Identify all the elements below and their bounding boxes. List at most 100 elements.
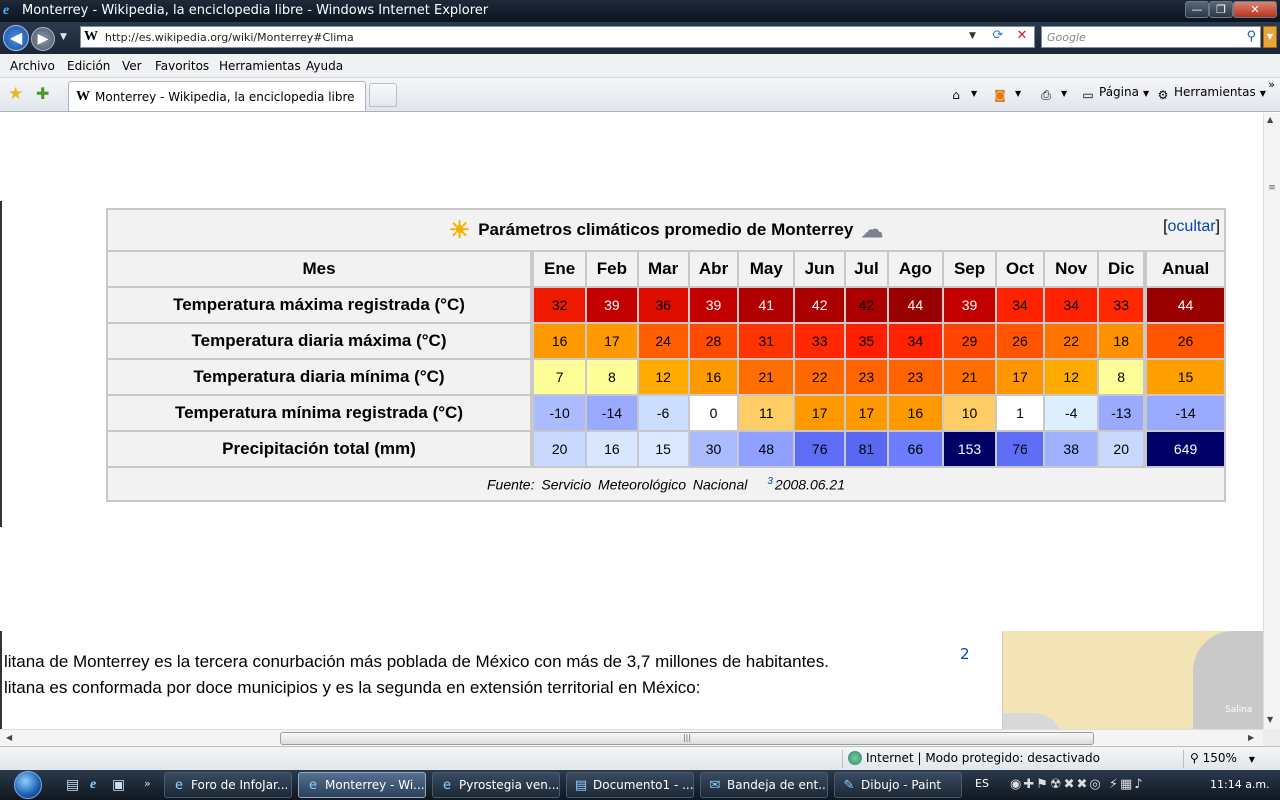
climate-cell: 12 bbox=[1043, 358, 1100, 396]
climate-cell: 39 bbox=[585, 286, 639, 324]
taskbar-app-icon: ▤ bbox=[574, 778, 588, 793]
show-desktop-icon[interactable]: ▤ bbox=[66, 777, 79, 793]
search-box[interactable]: Google ⚲ bbox=[1041, 26, 1261, 48]
add-favorite-icon[interactable]: ✚ bbox=[36, 84, 49, 103]
taskbar-button[interactable]: e Pyrostegia ven... bbox=[432, 772, 560, 798]
header-month: Oct bbox=[994, 250, 1046, 288]
scroll-up-arrow-icon[interactable]: ▲ bbox=[1267, 115, 1273, 124]
scroll-thumb-grip-icon[interactable]: ≡ bbox=[1266, 183, 1278, 195]
stop-icon[interactable]: ✕ bbox=[1011, 28, 1033, 46]
security-zone[interactable]: Internet | Modo protegido: desactivado bbox=[848, 751, 1100, 765]
taskbar-button[interactable]: ▤ Documento1 - ... bbox=[566, 772, 694, 798]
horizontal-scrollbar[interactable]: ◀ ||| ▶ bbox=[0, 729, 1263, 746]
menu-herramientas[interactable]: Herramientas bbox=[219, 59, 301, 73]
printer-icon: ⎙ bbox=[1041, 88, 1051, 102]
system-tray[interactable]: ◉✚⚑☢✖✖◎ ⚡▦♪ bbox=[1010, 777, 1145, 792]
recent-pages-dropdown[interactable]: ▼ bbox=[60, 32, 67, 42]
taskbar-button-label: Bandeja de ent... bbox=[727, 778, 828, 792]
menu-ver[interactable]: Ver bbox=[122, 59, 142, 73]
refresh-icon[interactable]: ⟳ bbox=[987, 28, 1009, 46]
address-dropdown-icon[interactable]: ▼ bbox=[969, 31, 976, 41]
more-commands-icon[interactable]: » bbox=[1268, 78, 1275, 91]
network-icon[interactable]: ▦ bbox=[1120, 777, 1134, 792]
navigation-bar: ◀ ▶ ▼ W http://es.wikipedia.org/wiki/Mon… bbox=[0, 22, 1280, 54]
language-indicator[interactable]: ES bbox=[975, 777, 989, 790]
vertical-scrollbar[interactable]: ▲ ≡ ▼ bbox=[1263, 113, 1280, 729]
page-menu-button[interactable]: ▭ Página ▼ bbox=[1080, 85, 1149, 104]
tab-label: Monterrey - Wikipedia, la enciclopedia l… bbox=[95, 90, 355, 104]
climate-cell: -13 bbox=[1097, 394, 1147, 432]
menu-favoritos[interactable]: Favoritos bbox=[155, 59, 209, 73]
menu-edicion[interactable]: Edición bbox=[67, 59, 110, 73]
menu-ayuda[interactable]: Ayuda bbox=[306, 59, 343, 73]
print-button[interactable]: ⎙ ▼ bbox=[1038, 85, 1067, 104]
taskbar-button[interactable]: ✉ Bandeja de ent... bbox=[700, 772, 828, 798]
climate-cell: 1 bbox=[994, 394, 1046, 432]
source-date: 2008.06.21 bbox=[774, 476, 845, 493]
address-bar[interactable]: W http://es.wikipedia.org/wiki/Monterrey… bbox=[80, 26, 1035, 48]
feeds-button[interactable]: ◙ ▼ bbox=[992, 85, 1021, 104]
source-ref-link[interactable]: 3 bbox=[767, 476, 773, 487]
taskbar-button[interactable]: e Monterrey - Wi... bbox=[298, 772, 426, 798]
zoom-control[interactable]: ⚲ 150% ▼ bbox=[1190, 751, 1255, 765]
maximize-button[interactable]: ❐ bbox=[1209, 1, 1233, 18]
tray-icon-7[interactable]: ◎ bbox=[1089, 777, 1102, 792]
climate-cell: 34 bbox=[1043, 286, 1100, 324]
home-button[interactable]: ⌂ ▼ bbox=[948, 85, 977, 104]
source-text: Fuente: Servicio Meteorológico Nacional bbox=[487, 476, 748, 493]
scroll-right-arrow-icon[interactable]: ▶ bbox=[1248, 733, 1254, 742]
reference-link[interactable]: 2 bbox=[960, 645, 970, 663]
new-tab-button[interactable] bbox=[369, 83, 397, 107]
taskbar-button[interactable]: ✎ Dibujo - Paint bbox=[834, 772, 962, 798]
menu-archivo[interactable]: Archivo bbox=[10, 59, 55, 73]
map-label: Salina bbox=[1225, 705, 1253, 715]
taskbar-button[interactable]: e Foro de InfoJar... bbox=[164, 772, 292, 798]
climate-cell: 8 bbox=[585, 358, 639, 396]
tray-icon-1[interactable]: ◉ bbox=[1010, 777, 1023, 792]
minimize-button[interactable]: — bbox=[1185, 1, 1209, 18]
quicklaunch-ie-icon[interactable]: e bbox=[90, 777, 96, 793]
volume-icon[interactable]: ♪ bbox=[1134, 777, 1144, 792]
scroll-down-arrow-icon[interactable]: ▼ bbox=[1267, 715, 1273, 724]
hide-table-toggle[interactable]: [ocultar] bbox=[1163, 218, 1220, 236]
power-icon[interactable]: ⚡ bbox=[1109, 777, 1120, 792]
tools-menu-button[interactable]: ⚙ Herramientas ▼ bbox=[1155, 85, 1266, 104]
search-options-dropdown[interactable]: ▼ bbox=[1263, 26, 1277, 48]
tray-icon-2[interactable]: ✚ bbox=[1023, 777, 1036, 792]
quicklaunch-more-icon[interactable]: » bbox=[144, 777, 151, 790]
article-line-1: litana de Monterrey es la tercera conurb… bbox=[4, 652, 829, 671]
map-thumbnail[interactable]: Salina bbox=[1002, 631, 1263, 729]
back-button[interactable]: ◀ bbox=[3, 25, 29, 51]
scroll-left-arrow-icon[interactable]: ◀ bbox=[6, 733, 12, 742]
taskbar-button-label: Dibujo - Paint bbox=[861, 778, 942, 792]
tab-monterrey[interactable]: W Monterrey - Wikipedia, la enciclopedia… bbox=[68, 81, 366, 111]
search-icon[interactable]: ⚲ bbox=[1246, 29, 1256, 44]
climate-cell: -10 bbox=[530, 394, 588, 432]
clock[interactable]: 11:14 a.m. bbox=[1210, 778, 1270, 791]
horizontal-scroll-thumb[interactable]: ||| bbox=[280, 732, 1094, 745]
tray-icon-4[interactable]: ☢ bbox=[1050, 777, 1064, 792]
climate-row: Temperatura diaria mínima (°C) 7 8 12 16 21 22… bbox=[106, 358, 1226, 396]
forward-button[interactable]: ▶ bbox=[31, 27, 55, 51]
sun-cloud-icon: ☀ bbox=[448, 216, 471, 244]
climate-cell: -6 bbox=[636, 394, 690, 432]
status-bar: Internet | Modo protegido: desactivado ⚲… bbox=[0, 746, 1280, 770]
tray-icon-3[interactable]: ⚑ bbox=[1036, 777, 1050, 792]
switch-windows-icon[interactable]: ▣ bbox=[112, 777, 125, 793]
zoom-dropdown-icon[interactable]: ▼ bbox=[1249, 755, 1255, 764]
hide-table-link[interactable]: ocultar bbox=[1168, 218, 1216, 235]
climate-annual-cell: 26 bbox=[1143, 322, 1226, 360]
header-month: May bbox=[737, 250, 796, 288]
tray-icon-6[interactable]: ✖ bbox=[1076, 777, 1089, 792]
page-icon: ▭ bbox=[1082, 88, 1094, 102]
climate-cell: 8 bbox=[1097, 358, 1147, 396]
address-url[interactable]: http://es.wikipedia.org/wiki/Monterrey#C… bbox=[105, 31, 354, 44]
close-button[interactable]: ✕ bbox=[1233, 1, 1277, 18]
start-button[interactable] bbox=[10, 770, 48, 800]
climate-cell: 10 bbox=[942, 394, 997, 432]
climate-cell: 41 bbox=[737, 286, 796, 324]
scrollbar-corner bbox=[1263, 729, 1280, 746]
tray-icon-5[interactable]: ✖ bbox=[1064, 777, 1077, 792]
climate-cell: 20 bbox=[530, 430, 588, 468]
favorites-star-icon[interactable]: ★ bbox=[8, 84, 23, 104]
